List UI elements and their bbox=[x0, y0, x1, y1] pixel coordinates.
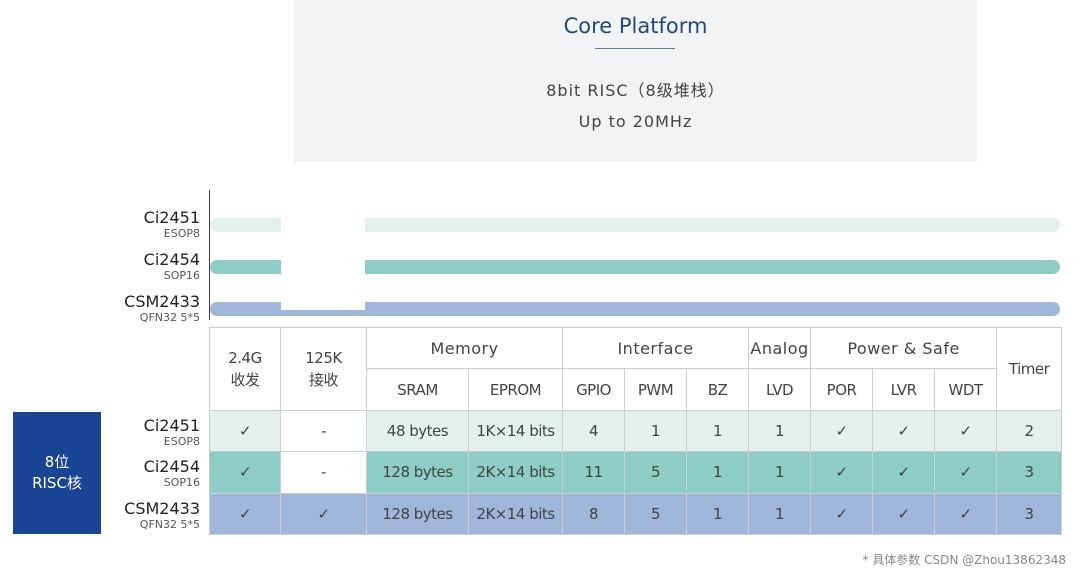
cell-wdt: ✓ bbox=[934, 492, 998, 536]
table-row: ✓ ✓ 128 bytes 2K×14 bits 8 5 1 1 ✓ ✓ ✓ 3 bbox=[209, 492, 1063, 536]
cell-por: ✓ bbox=[810, 451, 874, 494]
badge-line-1: 8位 bbox=[44, 453, 70, 471]
cell-lvr: ✓ bbox=[872, 409, 936, 453]
cell-timer: 3 bbox=[996, 492, 1063, 536]
header-gpio: GPIO bbox=[562, 368, 626, 411]
badge-line-2: RISC核 bbox=[32, 474, 82, 492]
cell-125k: - bbox=[280, 451, 367, 494]
cell-bz: 1 bbox=[686, 409, 750, 453]
chip-package: ESOP8 bbox=[163, 227, 200, 240]
cell-lvd: 1 bbox=[748, 451, 812, 494]
cell-lvr: ✓ bbox=[872, 492, 936, 536]
cell-2-4g: ✓ bbox=[209, 451, 281, 494]
cell-125k: - bbox=[280, 409, 367, 453]
cell-lvd: 1 bbox=[748, 409, 812, 453]
header-wdt: WDT bbox=[934, 368, 998, 411]
chip-package: SOP16 bbox=[163, 476, 200, 489]
header-2-4g-text: 2.4G 收发 bbox=[228, 348, 262, 389]
cell-wdt: ✓ bbox=[934, 409, 998, 453]
core-type: 8bit RISC（8级堆栈） bbox=[546, 81, 725, 100]
core-frequency: Up to 20MHz bbox=[578, 112, 693, 131]
chip-label: Ci2454 SOP16 bbox=[143, 457, 200, 489]
chip-label: CSM2433 QFN32 5*5 bbox=[124, 292, 200, 324]
cell-sram: 128 bytes bbox=[366, 492, 469, 536]
header-por: POR bbox=[810, 368, 874, 411]
cell-pwm: 1 bbox=[624, 409, 688, 453]
cell-pwm: 5 bbox=[624, 492, 688, 536]
cell-lvd: 1 bbox=[748, 492, 812, 536]
chip-package: SOP16 bbox=[163, 269, 200, 282]
table-row: ✓ - 128 bytes 2K×14 bits 11 5 1 1 ✓ ✓ ✓ … bbox=[209, 451, 1063, 494]
header-125k: 125K 接收 bbox=[280, 327, 367, 411]
title-underline bbox=[595, 48, 675, 49]
bar-gap bbox=[281, 190, 365, 310]
cell-gpio: 11 bbox=[562, 451, 626, 494]
header-lvr: LVR bbox=[872, 368, 936, 411]
cell-eprom: 2K×14 bits bbox=[467, 451, 564, 494]
cell-eprom: 2K×14 bits bbox=[467, 492, 564, 536]
cell-wdt: ✓ bbox=[934, 451, 998, 494]
chip-name: CSM2433 bbox=[124, 499, 200, 518]
chip-name: CSM2433 bbox=[124, 292, 200, 311]
header-interface: Interface bbox=[562, 326, 750, 370]
cell-bz: 1 bbox=[686, 451, 750, 494]
chip-label: Ci2451 ESOP8 bbox=[143, 208, 200, 240]
header-pwm: PWM bbox=[624, 368, 688, 411]
risc-core-badge: 8位 RISC核 bbox=[13, 412, 101, 534]
cell-pwm: 5 bbox=[624, 451, 688, 494]
chip-name: Ci2451 bbox=[143, 416, 200, 435]
header-lvd: LVD bbox=[748, 368, 812, 411]
cell-timer: 2 bbox=[996, 409, 1063, 453]
chip-package: QFN32 5*5 bbox=[139, 311, 200, 324]
cell-por: ✓ bbox=[810, 492, 874, 536]
bar-axis bbox=[209, 190, 210, 320]
spec-table: 2.4G 收发 125K 接收 Memory Interface Analog … bbox=[209, 326, 1063, 536]
cell-bz: 1 bbox=[686, 492, 750, 536]
cell-timer: 3 bbox=[996, 451, 1063, 494]
header-analog: Analog bbox=[748, 326, 812, 370]
header-power-safe: Power & Safe bbox=[810, 326, 998, 370]
cell-2-4g: ✓ bbox=[209, 409, 281, 453]
core-platform-title: Core Platform bbox=[563, 14, 708, 38]
header-125k-text: 125K 接收 bbox=[305, 348, 342, 389]
cell-eprom: 1K×14 bits bbox=[467, 409, 564, 453]
cell-gpio: 4 bbox=[562, 409, 626, 453]
chip-label: Ci2454 SOP16 bbox=[143, 250, 200, 282]
cell-gpio: 8 bbox=[562, 492, 626, 536]
cell-125k: ✓ bbox=[280, 492, 367, 536]
chip-name: Ci2454 bbox=[143, 250, 200, 269]
chip-package: QFN32 5*5 bbox=[139, 518, 200, 531]
header-bz: BZ bbox=[686, 368, 750, 411]
chip-name: Ci2454 bbox=[143, 457, 200, 476]
header-memory: Memory bbox=[365, 326, 564, 370]
chip-label: Ci2451 ESOP8 bbox=[143, 416, 200, 448]
header-sram: SRAM bbox=[366, 368, 469, 411]
chip-label: CSM2433 QFN32 5*5 bbox=[124, 499, 200, 531]
cell-sram: 48 bytes bbox=[366, 409, 469, 453]
header-eprom: EPROM bbox=[467, 368, 564, 411]
cell-2-4g: ✓ bbox=[209, 492, 281, 536]
cell-por: ✓ bbox=[810, 409, 874, 453]
footnote-watermark: * 具体参数 CSDN @Zhou13862348 bbox=[862, 553, 1066, 567]
cell-sram: 128 bytes bbox=[366, 451, 469, 494]
core-platform-panel: Core Platform 8bit RISC（8级堆栈） Up to 20MH… bbox=[294, 0, 977, 162]
cell-lvr: ✓ bbox=[872, 451, 936, 494]
chip-package: ESOP8 bbox=[163, 435, 200, 448]
table-row: ✓ - 48 bytes 1K×14 bits 4 1 1 1 ✓ ✓ ✓ 2 bbox=[209, 409, 1063, 453]
header-2-4g: 2.4G 收发 bbox=[209, 327, 281, 411]
chip-name: Ci2451 bbox=[143, 208, 200, 227]
header-timer: Timer bbox=[996, 327, 1063, 411]
